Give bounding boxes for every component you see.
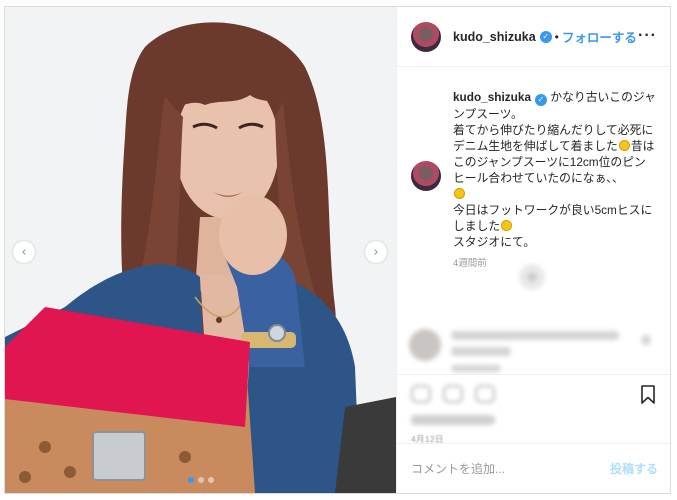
laughing-emoji-icon (454, 188, 465, 199)
caption-avatar[interactable] (411, 161, 441, 191)
comment-item (409, 325, 664, 374)
post-sidebar: kudo_shizuka ✓ • フォローする ··· kudo_shizuka… (396, 7, 670, 493)
carousel-indicator (5, 477, 396, 483)
post-actions: 4月12日 投稿する (397, 374, 670, 493)
verified-badge-icon: ✓ (535, 94, 548, 106)
comment-text (451, 331, 619, 340)
carousel-dot (187, 477, 194, 483)
caption-username[interactable]: kudo_shizuka (453, 90, 531, 104)
comment-icon[interactable] (443, 385, 463, 403)
commenter-avatar[interactable] (409, 329, 441, 361)
post-comment-button[interactable]: 投稿する (610, 460, 658, 477)
comments-section: kudo_shizuka ✓ かなり古いこのジャンプスーツ。 着てから伸びたり縮ん… (397, 67, 670, 374)
post-dialog: ‹ › kudo_shizuka ✓ • フォローする ··· kudo_shi… (4, 6, 671, 494)
bookmark-icon[interactable] (640, 385, 656, 404)
comment-text (451, 347, 511, 356)
caption-text: kudo_shizuka ✓ かなり古いこのジャンプスーツ。 着てから伸びたり縮ん… (453, 89, 656, 250)
likes-count[interactable] (411, 415, 495, 425)
comment-meta (451, 365, 501, 372)
share-icon[interactable] (475, 385, 495, 403)
verified-badge-icon: ✓ (539, 30, 552, 43)
chevron-right-icon: › (373, 244, 379, 260)
smile-emoji-icon (501, 220, 513, 231)
more-options-icon[interactable]: ··· (638, 27, 657, 45)
like-icon[interactable] (411, 385, 431, 403)
comment-input[interactable] (411, 461, 610, 476)
separator-dot: • (554, 29, 559, 44)
portrait-image (5, 7, 396, 493)
caption-line-3: 今日はフットワークが良い5cmヒスにしました (453, 203, 653, 233)
carousel-next-button[interactable]: › (365, 241, 387, 263)
carousel-dot (197, 477, 204, 483)
caption: kudo_shizuka ✓ かなり古いこのジャンプスーツ。 着てから伸びたり縮ん… (411, 81, 656, 250)
post-header: kudo_shizuka ✓ • フォローする ··· (397, 7, 670, 67)
comment-like-icon[interactable] (641, 335, 651, 345)
chevron-left-icon: ‹ (21, 244, 27, 260)
post-timestamp[interactable]: 4週間前 (453, 255, 656, 269)
carousel-prev-button[interactable]: ‹ (13, 241, 35, 263)
post-photo[interactable]: ‹ › (5, 7, 396, 493)
caption-line-4: スタジオにて。 (453, 235, 536, 249)
loading-spinner-icon (519, 264, 545, 290)
avatar[interactable] (411, 21, 441, 52)
follow-button[interactable]: フォローする (562, 27, 637, 46)
username-link[interactable]: kudo_shizuka (453, 30, 536, 44)
add-comment-bar: 投稿する (397, 443, 670, 493)
carousel-dot (207, 477, 214, 483)
laughing-emoji-icon (618, 140, 630, 151)
